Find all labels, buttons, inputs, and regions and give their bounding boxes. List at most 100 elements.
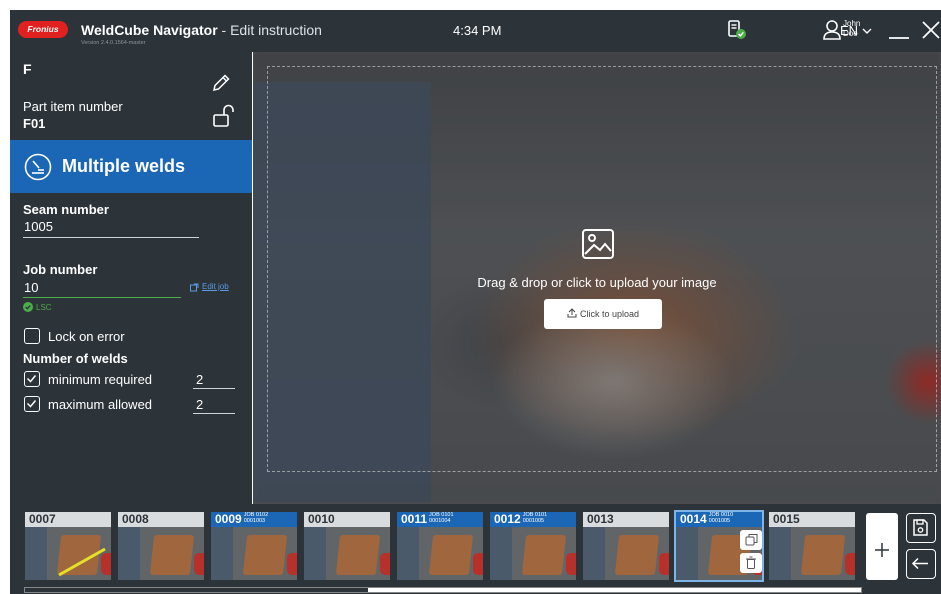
seam-thumbnail-number: 0010 <box>308 512 335 526</box>
seam-thumbnail[interactable]: 0014 JOB 0010 0001005 <box>674 510 764 582</box>
chevron-down-icon[interactable] <box>862 27 872 35</box>
edit-job-link[interactable]: Edit job <box>202 282 229 291</box>
seam-thumbnail-meta: JOB 0101 0001004 <box>429 512 453 524</box>
delete-seam-button[interactable] <box>740 553 762 573</box>
save-button[interactable] <box>906 513 936 543</box>
check-circle-icon <box>23 302 33 312</box>
user-icon[interactable] <box>822 19 842 41</box>
seam-thumbnail-label: 0009 JOB 0102 0001003 <box>211 512 297 527</box>
thumbnail-plate <box>428 535 474 575</box>
plus-icon <box>875 543 889 557</box>
seam-thumbnail-label: 0010 <box>304 512 390 527</box>
seam-thumbnail[interactable]: 0015 <box>769 512 855 580</box>
seam-thumbnail[interactable]: 0008 <box>118 512 204 580</box>
thumbnail-panel <box>583 527 605 580</box>
part-code: F <box>23 61 32 77</box>
weld-type-label: Multiple welds <box>62 156 186 176</box>
seam-thumbnail-label: 0012 JOB 0101 0001005 <box>490 512 576 527</box>
thumbnail-plate <box>242 535 288 575</box>
seam-thumbnail[interactable]: 0011 JOB 0101 0001004 <box>397 512 483 580</box>
seam-thumbnail[interactable]: 0010 <box>304 512 390 580</box>
thumbnail-plate <box>335 535 381 575</box>
app-version: Version 2.4.0.1564-master <box>81 40 146 46</box>
seam-thumbnail-label: 0007 <box>25 512 111 527</box>
minimize-icon[interactable] <box>889 36 909 40</box>
filmstrip-scrollbar[interactable] <box>24 587 862 593</box>
seam-thumbnail-number: 0014 <box>680 512 707 526</box>
app-title: WeldCube Navigator - Edit instruction <box>81 22 322 38</box>
seam-thumbnail[interactable]: 0007 <box>25 512 111 580</box>
app-header: Fronius WeldCube Navigator - Edit instru… <box>10 10 941 52</box>
job-status: LSC <box>36 303 52 312</box>
close-icon[interactable] <box>922 21 940 39</box>
seam-thumbnail-meta: JOB 0010 0001005 <box>709 512 733 524</box>
minimum-required-underline <box>193 388 235 389</box>
thumbnail-plate <box>614 535 660 575</box>
seam-thumbnail-program: 0001003 <box>243 518 266 524</box>
seam-thumbnail-image <box>769 527 855 580</box>
thumbnail-panel <box>304 527 326 580</box>
maximum-allowed-checkbox[interactable] <box>24 396 40 412</box>
upload-button-label: Click to upload <box>579 309 640 319</box>
seam-thumbnail-label: 0015 <box>769 512 855 527</box>
language-value: EN <box>840 23 859 38</box>
check-icon <box>26 400 37 408</box>
seam-thumbnail-number: 0015 <box>773 512 800 526</box>
edit-job-text: Edit job <box>202 282 229 291</box>
thumbnail-panel <box>118 527 140 580</box>
pencil-icon[interactable] <box>210 72 232 94</box>
seam-thumbnail[interactable]: 0013 <box>583 512 669 580</box>
drop-zone[interactable] <box>267 66 937 472</box>
seam-thumbnail[interactable]: 0009 JOB 0102 0001003 <box>211 512 297 580</box>
seam-thumbnail-program: 0001005 <box>708 518 731 524</box>
seam-number-field[interactable]: 1005 <box>24 219 53 234</box>
number-of-welds-label: Number of welds <box>23 351 128 366</box>
seam-thumbnail-image <box>304 527 390 580</box>
copy-icon <box>745 534 758 546</box>
lock-on-error-checkbox[interactable] <box>24 328 40 344</box>
app-name: WeldCube Navigator <box>81 22 218 38</box>
part-item-value: F01 <box>23 116 46 131</box>
thumbnail-clamp <box>566 553 576 575</box>
external-link-icon[interactable] <box>190 283 199 292</box>
seam-thumbnail-image <box>397 527 483 580</box>
minimum-required-checkbox[interactable] <box>24 371 40 387</box>
weld-seam-marker <box>58 547 106 577</box>
device-status-icon[interactable] <box>726 19 748 41</box>
filmstrip-scroll-thumb[interactable] <box>25 588 368 592</box>
copy-seam-button[interactable] <box>740 530 762 550</box>
instruction-sidebar: F Part item number F01 Multiple welds Se… <box>10 52 252 504</box>
add-seam-button[interactable] <box>866 513 898 580</box>
back-button[interactable] <box>906 549 936 579</box>
job-number-underline <box>23 297 181 298</box>
thumbnail-panel <box>490 527 512 580</box>
seam-thumbnail-meta: JOB 0101 0001005 <box>523 512 547 524</box>
seam-thumbnail[interactable]: 0012 JOB 0101 0001005 <box>490 512 576 580</box>
thumbnail-clamp <box>194 553 204 575</box>
job-number-field[interactable]: 10 <box>24 280 38 295</box>
minimum-required-input[interactable]: 2 <box>196 372 203 387</box>
seam-thumbnail-image <box>583 527 669 580</box>
thumbnail-panel <box>769 527 791 580</box>
seam-thumbnail-image <box>25 527 111 580</box>
click-to-upload-button[interactable]: Click to upload <box>544 299 662 329</box>
weld-type-banner: Multiple welds <box>10 140 252 193</box>
image-upload-area[interactable]: Drag & drop or click to upload your imag… <box>253 52 941 504</box>
seam-thumbnail-number: 0009 <box>215 512 242 526</box>
seam-thumbnail-program: 0001004 <box>429 518 451 524</box>
seam-thumbnail-program: 0001005 <box>522 518 545 524</box>
seam-thumbnail-meta: JOB 0102 0001003 <box>244 512 268 524</box>
thumbnail-clamp <box>845 553 855 575</box>
app-mode: - Edit instruction <box>217 22 322 38</box>
seam-thumbnail-number: 0011 <box>401 512 428 526</box>
seam-thumbnail-number: 0008 <box>122 512 149 526</box>
maximum-allowed-label: maximum allowed <box>48 397 153 412</box>
seam-thumbnail-label: 0013 <box>583 512 669 527</box>
thumbnail-clamp <box>659 553 669 575</box>
unlock-icon[interactable] <box>212 104 236 128</box>
language-selector[interactable]: EN <box>840 23 858 38</box>
maximum-allowed-input[interactable]: 2 <box>196 397 203 412</box>
thumbnail-plate <box>800 535 846 575</box>
job-number-label: Job number <box>23 262 98 277</box>
weld-torch-icon <box>24 153 52 181</box>
